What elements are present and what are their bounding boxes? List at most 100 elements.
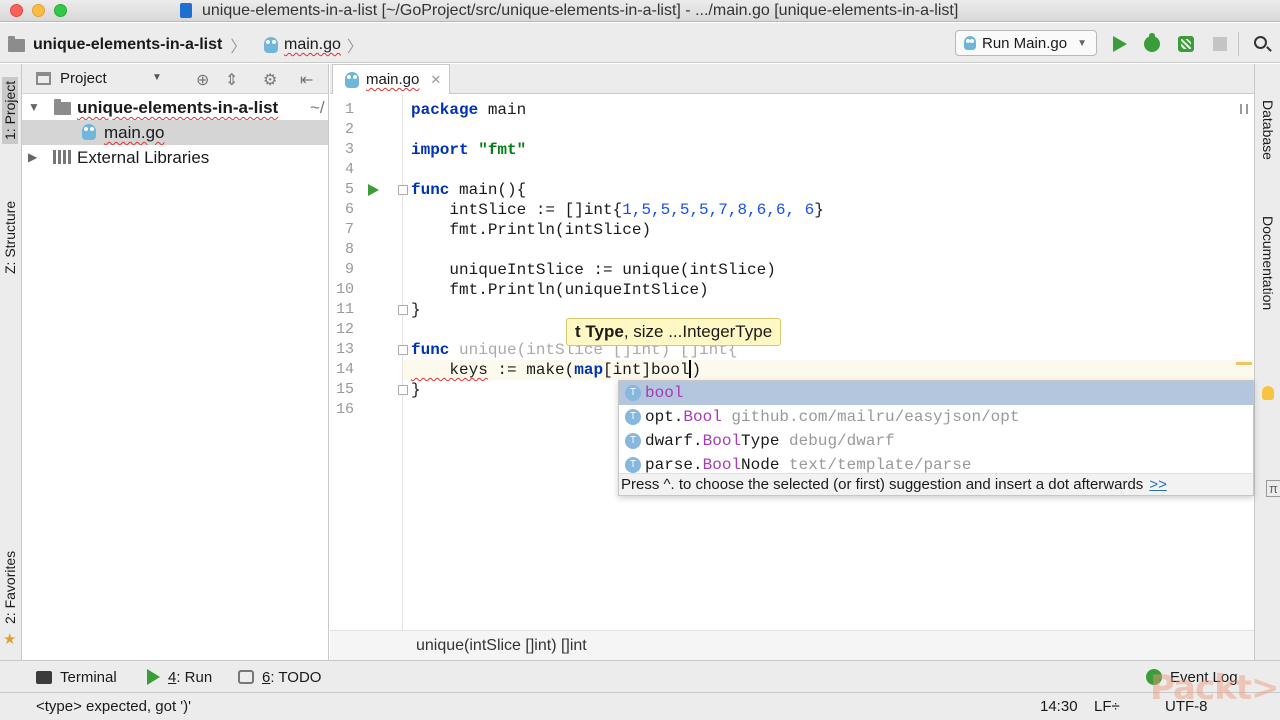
- tab-favorites[interactable]: 2: Favorites: [2, 551, 18, 624]
- parameter-hint-rest: , size ...IntegerType: [623, 322, 773, 341]
- status-message: <type> expected, got ')': [36, 698, 191, 715]
- line-number: 10: [335, 281, 354, 298]
- folder-icon: [8, 35, 25, 52]
- breadcrumb-separator: 〉: [230, 39, 247, 56]
- run-tool-button[interactable]: 4: Run: [147, 661, 212, 693]
- warning-marker[interactable]: [1236, 362, 1252, 365]
- breadcrumb-project-label: unique-elements-in-a-list: [33, 36, 223, 53]
- run-icon: [147, 669, 160, 685]
- tree-item-path: ~/: [310, 98, 325, 117]
- close-icon[interactable]: ✕: [430, 72, 441, 88]
- pause-icon[interactable]: [1240, 104, 1248, 114]
- line-number: 12: [335, 321, 354, 338]
- scroll-from-source-icon[interactable]: ⊕: [196, 70, 209, 90]
- line-number: 8: [344, 241, 354, 258]
- completion-footer-link[interactable]: >>: [1149, 476, 1167, 493]
- line-number: 11: [335, 301, 354, 318]
- chevron-right-icon[interactable]: ▶: [28, 145, 37, 170]
- fold-marker[interactable]: [398, 385, 408, 395]
- line-number: 2: [344, 121, 354, 138]
- tree-item-external-libraries[interactable]: ▶ External Libraries: [22, 145, 328, 170]
- tab-main-go[interactable]: main.go ✕: [332, 64, 450, 94]
- line-number: 13: [335, 341, 354, 358]
- stop-icon: [1213, 37, 1227, 51]
- terminal-tool-button[interactable]: Terminal: [36, 661, 117, 693]
- libraries-icon: [53, 150, 71, 164]
- navigation-bar: unique-elements-in-a-list 〉 main.go 〉 Ru…: [0, 23, 1280, 63]
- line-number: 3: [344, 141, 354, 158]
- tree-item-main-go[interactable]: main.go: [22, 120, 328, 145]
- minimize-window-button[interactable]: [32, 4, 45, 17]
- packt-watermark: Packt>: [1150, 668, 1279, 708]
- left-tool-strip: 1: Project Z: Structure 2: Favorites ★: [0, 64, 22, 660]
- line-number: 6: [344, 201, 354, 218]
- code-line: }: [411, 301, 421, 319]
- right-tool-strip: Database Documentation: [1254, 64, 1280, 660]
- tab-documentation[interactable]: Documentation: [1260, 216, 1276, 310]
- close-window-button[interactable]: [10, 4, 23, 17]
- tree-item-project-root[interactable]: ▼ unique-elements-in-a-list ~/: [22, 95, 328, 120]
- gear-icon[interactable]: ⚙: [263, 70, 277, 90]
- project-view-selector[interactable]: Project: [60, 70, 107, 87]
- line-separator[interactable]: LF÷: [1094, 693, 1120, 720]
- line-number: 5: [344, 181, 354, 198]
- chevron-down-icon: ▼: [1077, 37, 1087, 49]
- breadcrumb-file[interactable]: main.go 〉: [264, 33, 363, 57]
- breadcrumb-project[interactable]: unique-elements-in-a-list 〉: [8, 33, 246, 57]
- todo-icon: [238, 670, 254, 684]
- tab-database[interactable]: Database: [1260, 100, 1276, 160]
- debug-button[interactable]: [1142, 33, 1162, 54]
- completion-item[interactable]: T bool: [619, 381, 1253, 405]
- completion-item[interactable]: T dwarf.BoolType debug/dwarf: [619, 429, 1253, 453]
- line-number: 14: [335, 361, 354, 378]
- tool-window-bar: Terminal 4: Run 6: TODO Event Log: [0, 660, 1280, 692]
- type-icon: T: [625, 457, 641, 473]
- go-file-icon: [82, 124, 96, 140]
- type-icon: T: [625, 385, 641, 401]
- line-number: 9: [344, 261, 354, 278]
- coverage-icon: [1178, 36, 1194, 52]
- code-line: package main: [411, 101, 527, 119]
- go-file-icon: [264, 37, 278, 53]
- project-view-icon: [36, 72, 51, 85]
- chevron-down-icon[interactable]: ▼: [28, 95, 40, 120]
- fold-marker[interactable]: [398, 185, 408, 195]
- collapse-all-icon[interactable]: ⇕: [225, 70, 238, 90]
- completion-footer: Press ^. to choose the selected (or firs…: [619, 473, 1253, 495]
- window-titlebar: unique-elements-in-a-list [~/GoProject/s…: [0, 0, 1280, 22]
- hide-panel-icon[interactable]: ⇤: [300, 70, 313, 90]
- caret-position[interactable]: 14:30: [1040, 693, 1078, 720]
- todo-label: 6: TODO: [262, 668, 322, 686]
- editor-tabs: main.go ✕: [330, 64, 1254, 94]
- type-icon: T: [625, 409, 641, 425]
- tab-project[interactable]: 1: Project: [2, 76, 18, 144]
- run-with-coverage-button[interactable]: [1176, 34, 1196, 54]
- fold-marker[interactable]: [398, 345, 408, 355]
- code-line-current: keys := make(map[int]bool): [411, 360, 702, 379]
- window-title: unique-elements-in-a-list [~/GoProject/s…: [202, 2, 959, 19]
- editor-gutter: 1 2 3 4 5 6 7 8 9 10 11 12 13 14 15 16: [330, 94, 408, 630]
- fold-marker[interactable]: [398, 305, 408, 315]
- chevron-down-icon[interactable]: ▼: [152, 72, 162, 83]
- todo-tool-button[interactable]: 6: TODO: [238, 661, 321, 693]
- run-configuration-dropdown[interactable]: Run Main.go ▼: [955, 30, 1097, 56]
- code-line: func main(){: [411, 181, 527, 199]
- editor: main.go ✕ 1 2 3 4 5 6 7 8 9 10 11 12 13 …: [330, 64, 1280, 660]
- code-line: fmt.Println(intSlice): [411, 221, 652, 239]
- run-button[interactable]: [1110, 34, 1130, 54]
- line-number: 15: [335, 381, 354, 398]
- app-icon: [180, 3, 192, 18]
- parameter-info-popup: t Type, size ...IntegerType: [566, 318, 782, 346]
- tab-structure[interactable]: Z: Structure: [2, 201, 18, 274]
- completion-popup: T bool T opt.Bool github.com/mailru/easy…: [618, 380, 1254, 496]
- lightbulb-icon[interactable]: [1262, 386, 1274, 400]
- zoom-window-button[interactable]: [54, 4, 67, 17]
- run-gutter-icon[interactable]: [368, 184, 379, 196]
- breadcrumb-function[interactable]: unique(intSlice []int) []int: [416, 637, 587, 654]
- bug-icon: [1144, 33, 1160, 52]
- tree-item-label: unique-elements-in-a-list: [77, 98, 279, 117]
- breadcrumb-separator: 〉: [346, 39, 363, 56]
- search-everywhere-button[interactable]: [1252, 34, 1272, 54]
- stop-button[interactable]: [1210, 34, 1230, 54]
- completion-item[interactable]: T opt.Bool github.com/mailru/easyjson/op…: [619, 405, 1253, 429]
